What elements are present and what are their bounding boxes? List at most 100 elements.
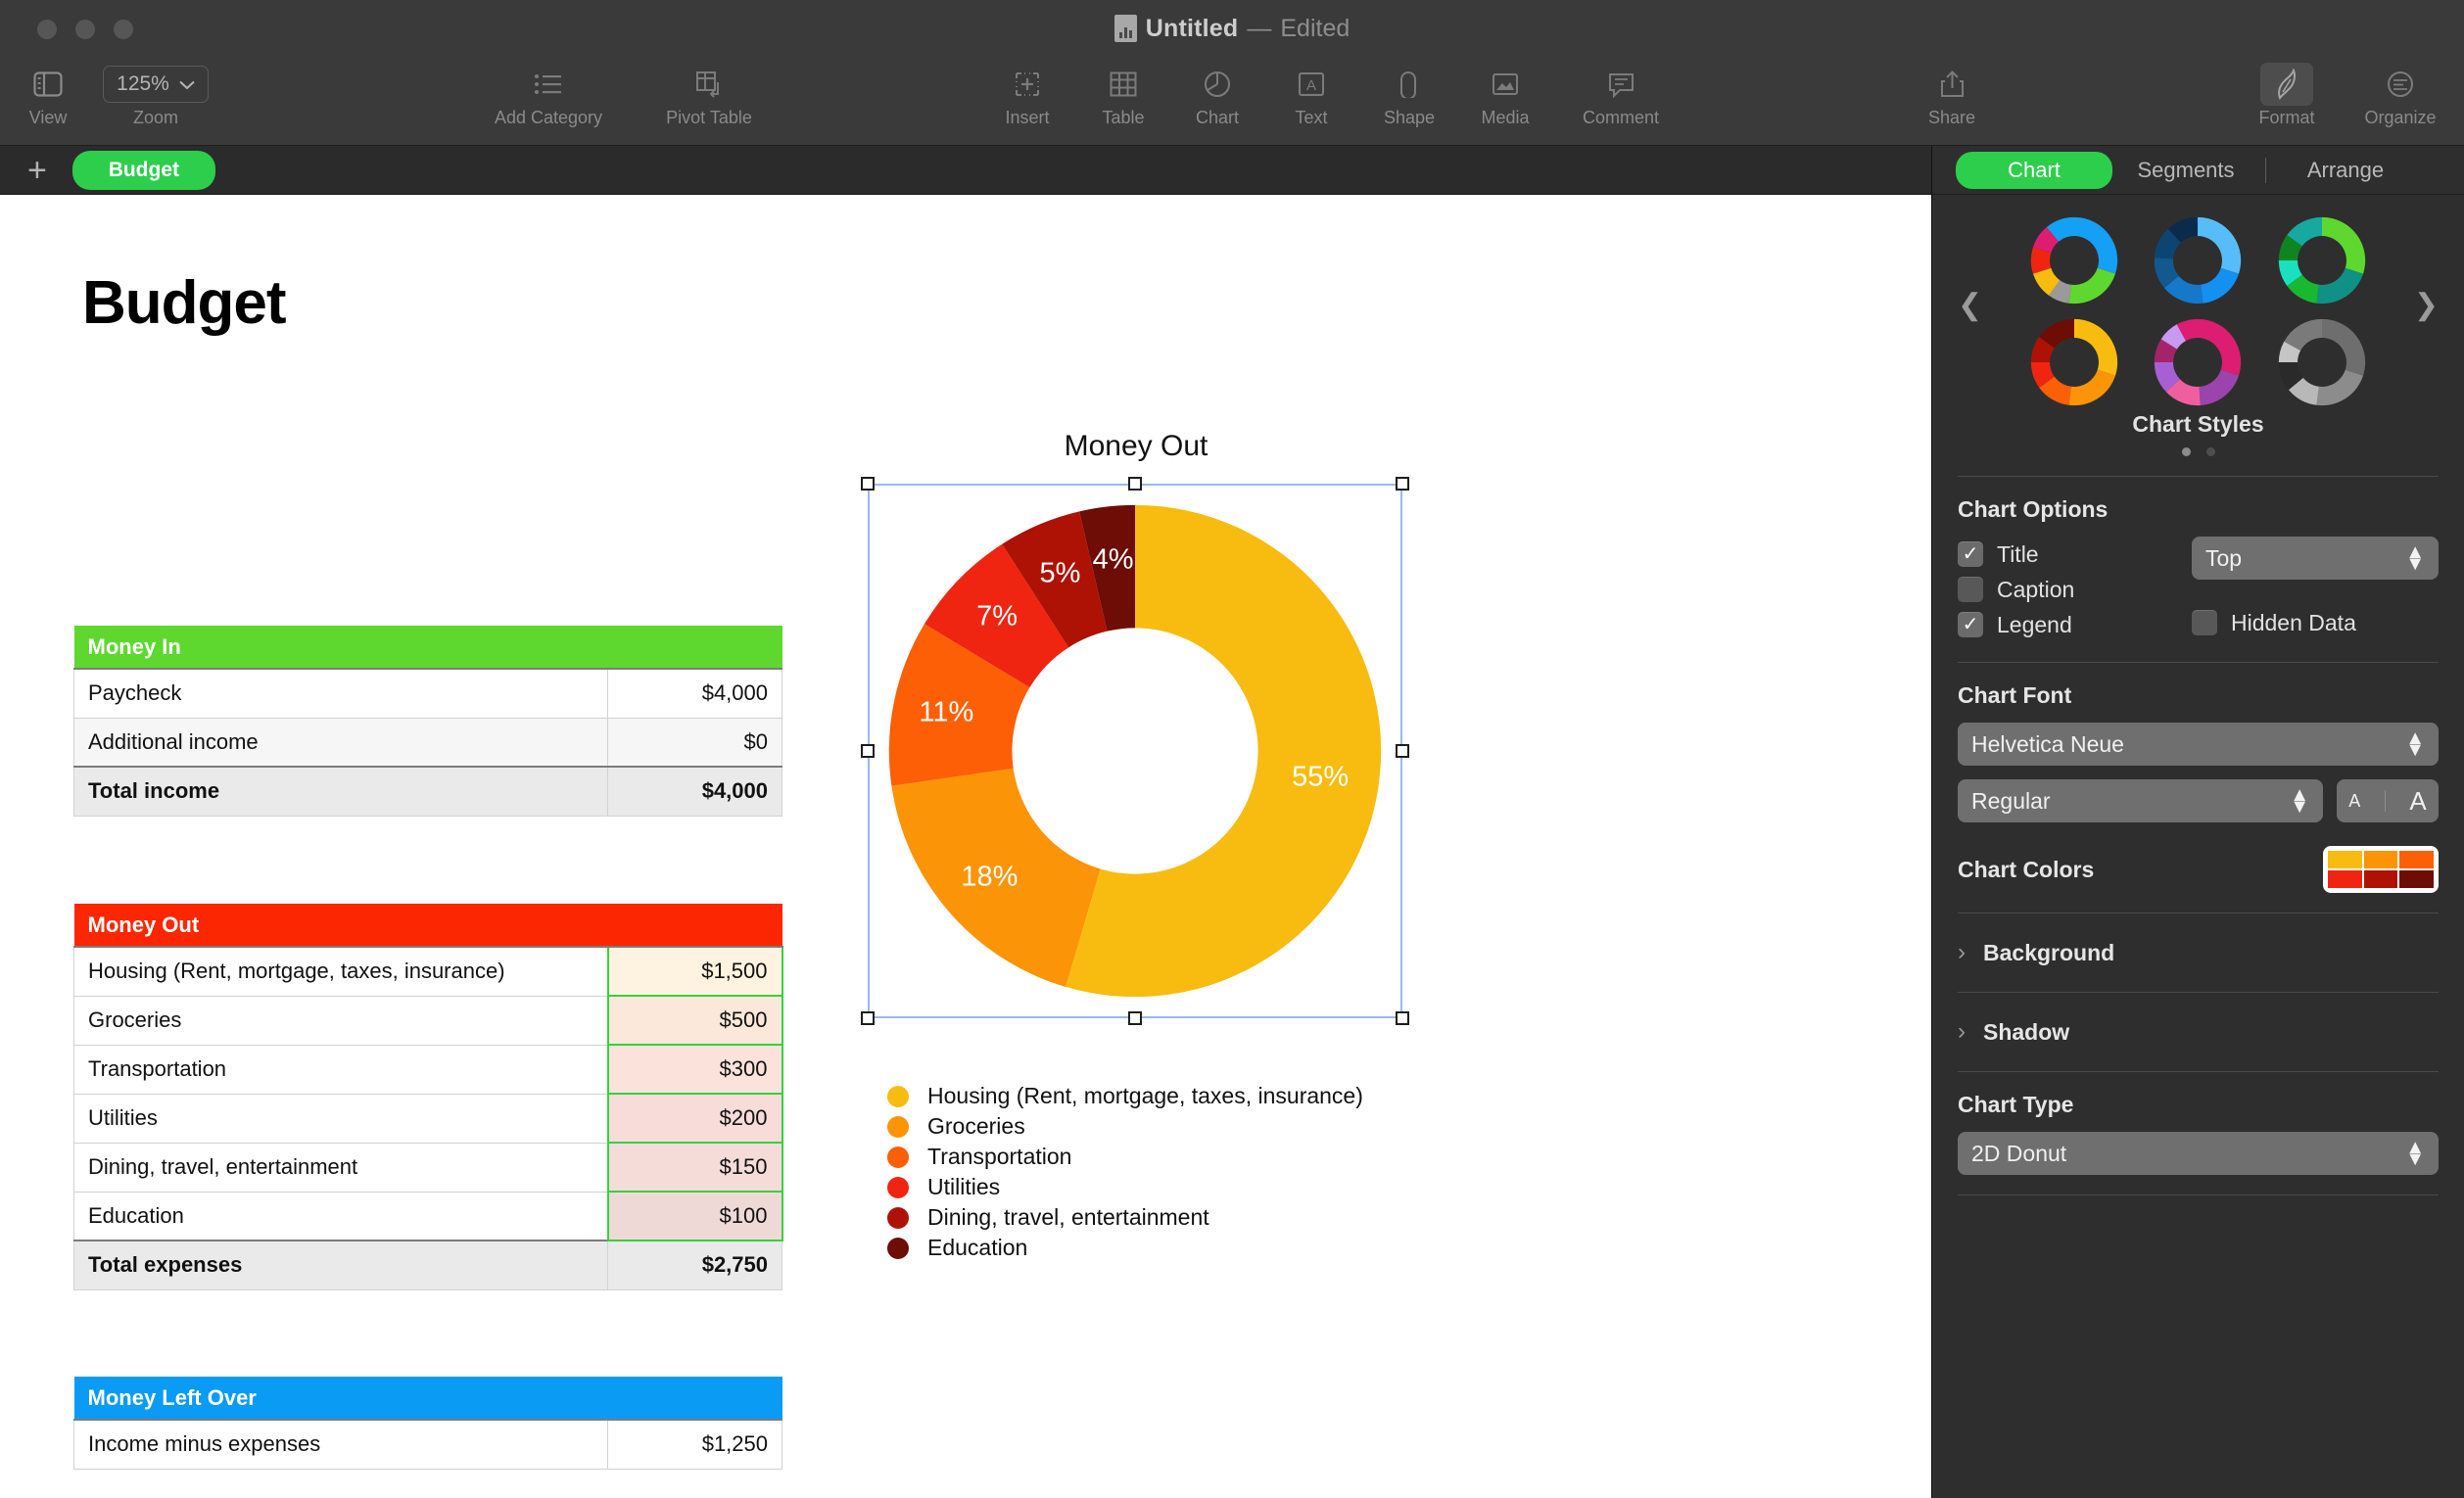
table-row[interactable]: Education $100 [74, 1192, 782, 1241]
chevron-down-icon [179, 72, 195, 96]
legend-label: Dining, travel, entertainment [927, 1204, 1209, 1231]
legend-swatch-icon [887, 1086, 909, 1107]
chart-style-thumb-style-blue[interactable] [2146, 212, 2250, 308]
legend-item-0[interactable]: Housing (Rent, mortgage, taxes, insuranc… [887, 1081, 1363, 1111]
share-button[interactable]: Share [1910, 63, 1994, 128]
format-label: Format [2258, 108, 2314, 128]
row-label: Housing (Rent, mortgage, taxes, insuranc… [74, 947, 608, 996]
row-value[interactable]: $500 [608, 996, 782, 1045]
background-section[interactable]: › Background [1932, 933, 2464, 972]
page-dot-1[interactable] [2182, 447, 2191, 456]
media-button[interactable]: Media [1463, 63, 1547, 128]
chart-style-thumb-style-warm[interactable] [2022, 314, 2126, 410]
shape-button[interactable]: Shape [1367, 63, 1451, 128]
table-money-in[interactable]: Money In Paycheck $4,000 Additional inco… [73, 626, 782, 817]
format-button[interactable]: Format [2233, 63, 2341, 128]
legend-item-4[interactable]: Dining, travel, entertainment [887, 1202, 1363, 1233]
chart-button[interactable]: Chart [1179, 63, 1256, 128]
total-value: $4,000 [608, 767, 782, 816]
tab-segments[interactable]: Segments [2112, 152, 2259, 189]
row-value[interactable]: $1,500 [608, 947, 782, 996]
chart-type-select[interactable]: 2D Donut ▲▼ [1958, 1132, 2439, 1175]
hidden-data-checkbox[interactable]: ✓ [2192, 610, 2217, 635]
option-caption[interactable]: ✓ Caption [1958, 572, 2154, 607]
table-button[interactable]: Table [1085, 63, 1161, 128]
table-row[interactable]: Income minus expenses $1,250 [74, 1420, 782, 1469]
table-row[interactable]: Groceries $500 [74, 996, 782, 1045]
row-value: $0 [608, 718, 782, 767]
legend-item-1[interactable]: Groceries [887, 1111, 1363, 1142]
insert-button[interactable]: Insert [989, 63, 1066, 128]
chart-style-thumb-style-gray[interactable] [2270, 314, 2374, 410]
chart-colors-section: Chart Colors [1932, 846, 2464, 893]
caption-label: Caption [1997, 577, 2074, 603]
table-total-row[interactable]: Total expenses $2,750 [74, 1241, 782, 1289]
chevron-right-icon[interactable]: ❯ [2414, 288, 2439, 322]
chart-styles-pagination[interactable] [1932, 447, 2464, 456]
table-money-out[interactable]: Money Out Housing (Rent, mortgage, taxes… [73, 904, 783, 1290]
legend-item-5[interactable]: Education [887, 1233, 1363, 1263]
row-label: Groceries [74, 996, 608, 1045]
sheet-tab-budget[interactable]: Budget [72, 151, 215, 190]
tab-arrange[interactable]: Arrange [2272, 152, 2419, 189]
title-position-select[interactable]: Top ▲▼ [2192, 537, 2439, 580]
organize-button[interactable]: Organize [2341, 63, 2460, 128]
add-sheet-button[interactable]: + [27, 154, 47, 187]
text-button[interactable]: A Text [1273, 63, 1350, 128]
font-size-buttons[interactable]: A A [2337, 779, 2439, 822]
share-label: Share [1928, 108, 1975, 128]
font-weight-value: Regular [1971, 788, 2051, 815]
chevron-right-icon[interactable]: › [1958, 939, 1966, 966]
table-money-left-over[interactable]: Money Left Over Income minus expenses $1… [73, 1377, 782, 1470]
tab-chart[interactable]: Chart [1956, 152, 2112, 189]
legend-checkbox[interactable]: ✓ [1958, 612, 1983, 637]
increase-font-size-button[interactable]: A [2409, 786, 2426, 817]
chart-object[interactable]: Money Out 55%18%11%7%5%4% Housing (Rent,… [868, 430, 1404, 1468]
chart-style-thumb-style-green[interactable] [2270, 212, 2374, 308]
table-row[interactable]: Dining, travel, entertainment $150 [74, 1143, 782, 1192]
font-weight-select[interactable]: Regular ▲▼ [1958, 779, 2323, 822]
page-dot-2[interactable] [2206, 447, 2215, 456]
view-button[interactable]: View [14, 63, 82, 128]
option-hidden-data[interactable]: ✓ Hidden Data [2192, 605, 2439, 640]
zoom-popup[interactable]: 125% [103, 63, 209, 106]
table-row[interactable]: Additional income $0 [74, 718, 782, 767]
row-label: Utilities [74, 1094, 608, 1143]
document-canvas[interactable]: Budget Money In Paycheck $4,000 Addition… [0, 195, 1931, 1498]
title-checkbox[interactable]: ✓ [1958, 541, 1983, 567]
legend-item-3[interactable]: Utilities [887, 1172, 1363, 1202]
chart-style-thumb-style-pink[interactable] [2146, 314, 2250, 410]
pivot-table-button[interactable]: Pivot Table [627, 63, 791, 128]
divider [1958, 476, 2439, 477]
row-value[interactable]: $200 [608, 1094, 782, 1143]
caption-checkbox[interactable]: ✓ [1958, 577, 1983, 602]
font-family-select[interactable]: Helvetica Neue ▲▼ [1958, 723, 2439, 766]
row-value[interactable]: $300 [608, 1045, 782, 1094]
format-inspector-panel: Chart Segments Arrange ❮ ❯ Chart Styles … [1931, 146, 2464, 1498]
chevron-left-icon[interactable]: ❮ [1958, 288, 1982, 322]
legend-item-2[interactable]: Transportation [887, 1142, 1363, 1172]
donut-chart[interactable] [868, 484, 1402, 1018]
row-value[interactable]: $150 [608, 1143, 782, 1192]
comment-button[interactable]: Comment [1557, 63, 1684, 128]
zoom-control[interactable]: 125% Zoom [98, 63, 213, 128]
decrease-font-size-button[interactable]: A [2348, 791, 2360, 812]
chevron-right-icon[interactable]: › [1958, 1018, 1966, 1046]
table-row[interactable]: Transportation $300 [74, 1045, 782, 1094]
chart-legend[interactable]: Housing (Rent, mortgage, taxes, insuranc… [887, 1081, 1363, 1263]
option-legend[interactable]: ✓ Legend [1958, 607, 2154, 642]
chart-styles-caption: Chart Styles [1932, 411, 2464, 438]
chart-style-thumb-style-multicolor[interactable] [2022, 212, 2126, 308]
chart-type-heading: Chart Type [1958, 1092, 2439, 1118]
money-left-over-header: Money Left Over [74, 1377, 782, 1420]
table-total-row[interactable]: Total income $4,000 [74, 767, 782, 816]
table-row[interactable]: Paycheck $4,000 [74, 669, 782, 718]
shadow-section[interactable]: › Shadow [1932, 1012, 2464, 1052]
chart-colors-swatch[interactable] [2323, 846, 2439, 893]
table-row[interactable]: Utilities $200 [74, 1094, 782, 1143]
option-title[interactable]: ✓ Title [1958, 537, 2154, 572]
row-value[interactable]: $100 [608, 1192, 782, 1241]
add-category-button[interactable]: Add Category [460, 63, 637, 128]
table-row[interactable]: Housing (Rent, mortgage, taxes, insuranc… [74, 947, 782, 996]
zoom-value: 125% [117, 72, 169, 96]
